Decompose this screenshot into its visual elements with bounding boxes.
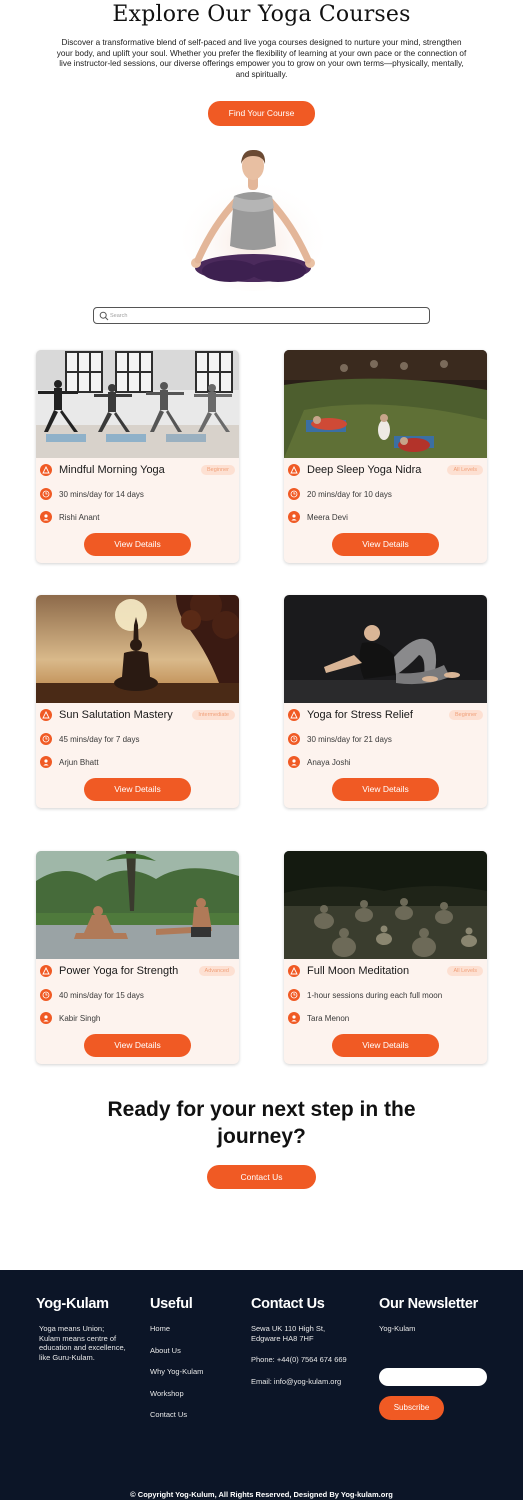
course-title: Power Yoga for Strength [59,965,179,977]
yoga-pose-icon [40,965,52,977]
page-title: Explore Our Yoga Courses [112,2,411,27]
course-schedule: 20 mins/day for 10 days [307,489,392,499]
course-card-full-moon-meditation: Full Moon Meditation All Levels 1-hour s… [284,851,487,1064]
footer-contact-title: Contact Us [251,1296,325,1312]
course-title: Yoga for Stress Relief [307,709,413,721]
contact-us-button[interactable]: Contact Us [207,1165,316,1189]
course-card-yoga-for-stress-relief: Yoga for Stress Relief Beginner 30 mins/… [284,595,487,808]
course-image [36,595,239,703]
newsletter-label: Yog-Kulam [379,1324,416,1333]
footer-address: Sewa UK 110 High St, Edgware HA8 7HF [251,1324,326,1343]
yoga-pose-icon [40,709,52,721]
find-course-button[interactable]: Find Your Course [208,101,315,126]
course-card-mindful-morning-yoga: Mindful Morning Yoga Beginner 30 mins/da… [36,350,239,563]
level-badge: All Levels [447,966,483,976]
course-instructor: Kabir Singh [59,1013,101,1023]
course-schedule: 45 mins/day for 7 days [59,734,140,744]
course-instructor: Arjun Bhatt [59,757,99,767]
search-bar[interactable] [93,307,430,324]
search-input[interactable] [110,309,410,322]
footer-brand-text: Yoga means Union; Kulam means centre of … [39,1324,126,1362]
instructor-icon [288,756,300,768]
footer-link-home[interactable]: Home [150,1324,240,1346]
footer-useful-links: Useful Home About Us Why Yog-Kulam Works… [150,1296,240,1432]
course-instructor: Anaya Joshi [307,757,351,767]
course-title: Sun Salutation Mastery [59,709,173,721]
level-badge: All Levels [447,465,483,475]
footer-useful-title: Useful [150,1296,193,1312]
footer-link-why[interactable]: Why Yog-Kulam [150,1367,240,1389]
instructor-icon [288,511,300,523]
footer-link-contact[interactable]: Contact Us [150,1410,240,1432]
footer-newsletter: Our Newsletter Yog-Kulam Subscribe [379,1296,494,1436]
footer-phone[interactable]: Phone: +44(0) 7564 674 669 [251,1355,369,1365]
course-title: Full Moon Meditation [307,965,410,977]
course-schedule: 30 mins/day for 14 days [59,489,144,499]
yoga-pose-icon [288,709,300,721]
level-badge: Beginner [448,710,483,720]
course-schedule: 40 mins/day for 15 days [59,990,144,1000]
yoga-pose-icon [40,464,52,476]
footer-link-about[interactable]: About Us [150,1346,240,1368]
footer-contact: Contact Us Sewa UK 110 High St, Edgware … [251,1296,369,1386]
view-details-button[interactable]: View Details [332,533,439,556]
course-instructor: Tara Menon [307,1013,350,1023]
course-title: Deep Sleep Yoga Nidra [307,464,422,476]
view-details-button[interactable]: View Details [332,1034,439,1057]
meditation-figure-image [178,146,328,291]
view-details-button[interactable]: View Details [332,778,439,801]
course-schedule: 1-hour sessions during each full moon [307,990,443,1000]
course-instructor: Rishi Anant [59,512,100,522]
view-details-button[interactable]: View Details [84,533,191,556]
level-badge: Advanced [198,966,235,976]
clock-icon [40,989,52,1001]
course-image [284,851,487,959]
yoga-pose-icon [288,965,300,977]
cta-heading-line: journey? [217,1125,306,1148]
course-title: Mindful Morning Yoga [59,464,165,476]
subscribe-button[interactable]: Subscribe [379,1396,444,1420]
course-card-power-yoga-for-strength: Power Yoga for Strength Advanced 40 mins… [36,851,239,1064]
instructor-icon [40,756,52,768]
footer-link-workshop[interactable]: Workshop [150,1389,240,1411]
instructor-icon [40,1012,52,1024]
cta-heading: Ready for your next step in the journey? [0,1096,523,1150]
clock-icon [288,733,300,745]
course-schedule: 30 mins/day for 21 days [307,734,392,744]
clock-icon [40,733,52,745]
clock-icon [288,989,300,1001]
copyright-text: © Copyright Yog-Kulum, All Rights Reserv… [130,1490,393,1499]
site-footer: Yog-Kulam Yoga means Union; Kulam means … [0,1270,523,1500]
level-badge: Beginner [200,465,235,475]
instructor-icon [288,1012,300,1024]
hero-description: Discover a transformative blend of self-… [56,38,467,79]
yoga-pose-icon [288,464,300,476]
view-details-button[interactable]: View Details [84,778,191,801]
newsletter-email-input[interactable] [379,1368,487,1386]
footer-brand-title: Yog-Kulam [36,1296,109,1312]
footer-brand: Yog-Kulam Yoga means Union; Kulam means … [36,1296,126,1362]
course-card-deep-sleep-yoga-nidra: Deep Sleep Yoga Nidra All Levels 20 mins… [284,350,487,563]
cta-heading-line: Ready for your next step in the [107,1098,416,1121]
instructor-icon [40,511,52,523]
course-image [36,350,239,458]
course-image [36,851,239,959]
level-badge: Intermediate [192,710,235,720]
view-details-button[interactable]: View Details [84,1034,191,1057]
footer-email[interactable]: Email: info@yog-kulam.org [251,1377,369,1387]
course-image [284,595,487,703]
search-icon [99,311,109,321]
course-image [284,350,487,458]
clock-icon [40,488,52,500]
footer-newsletter-title: Our Newsletter [379,1296,478,1312]
clock-icon [288,488,300,500]
course-card-sun-salutation-mastery: Sun Salutation Mastery Intermediate 45 m… [36,595,239,808]
course-instructor: Meera Devi [307,512,348,522]
